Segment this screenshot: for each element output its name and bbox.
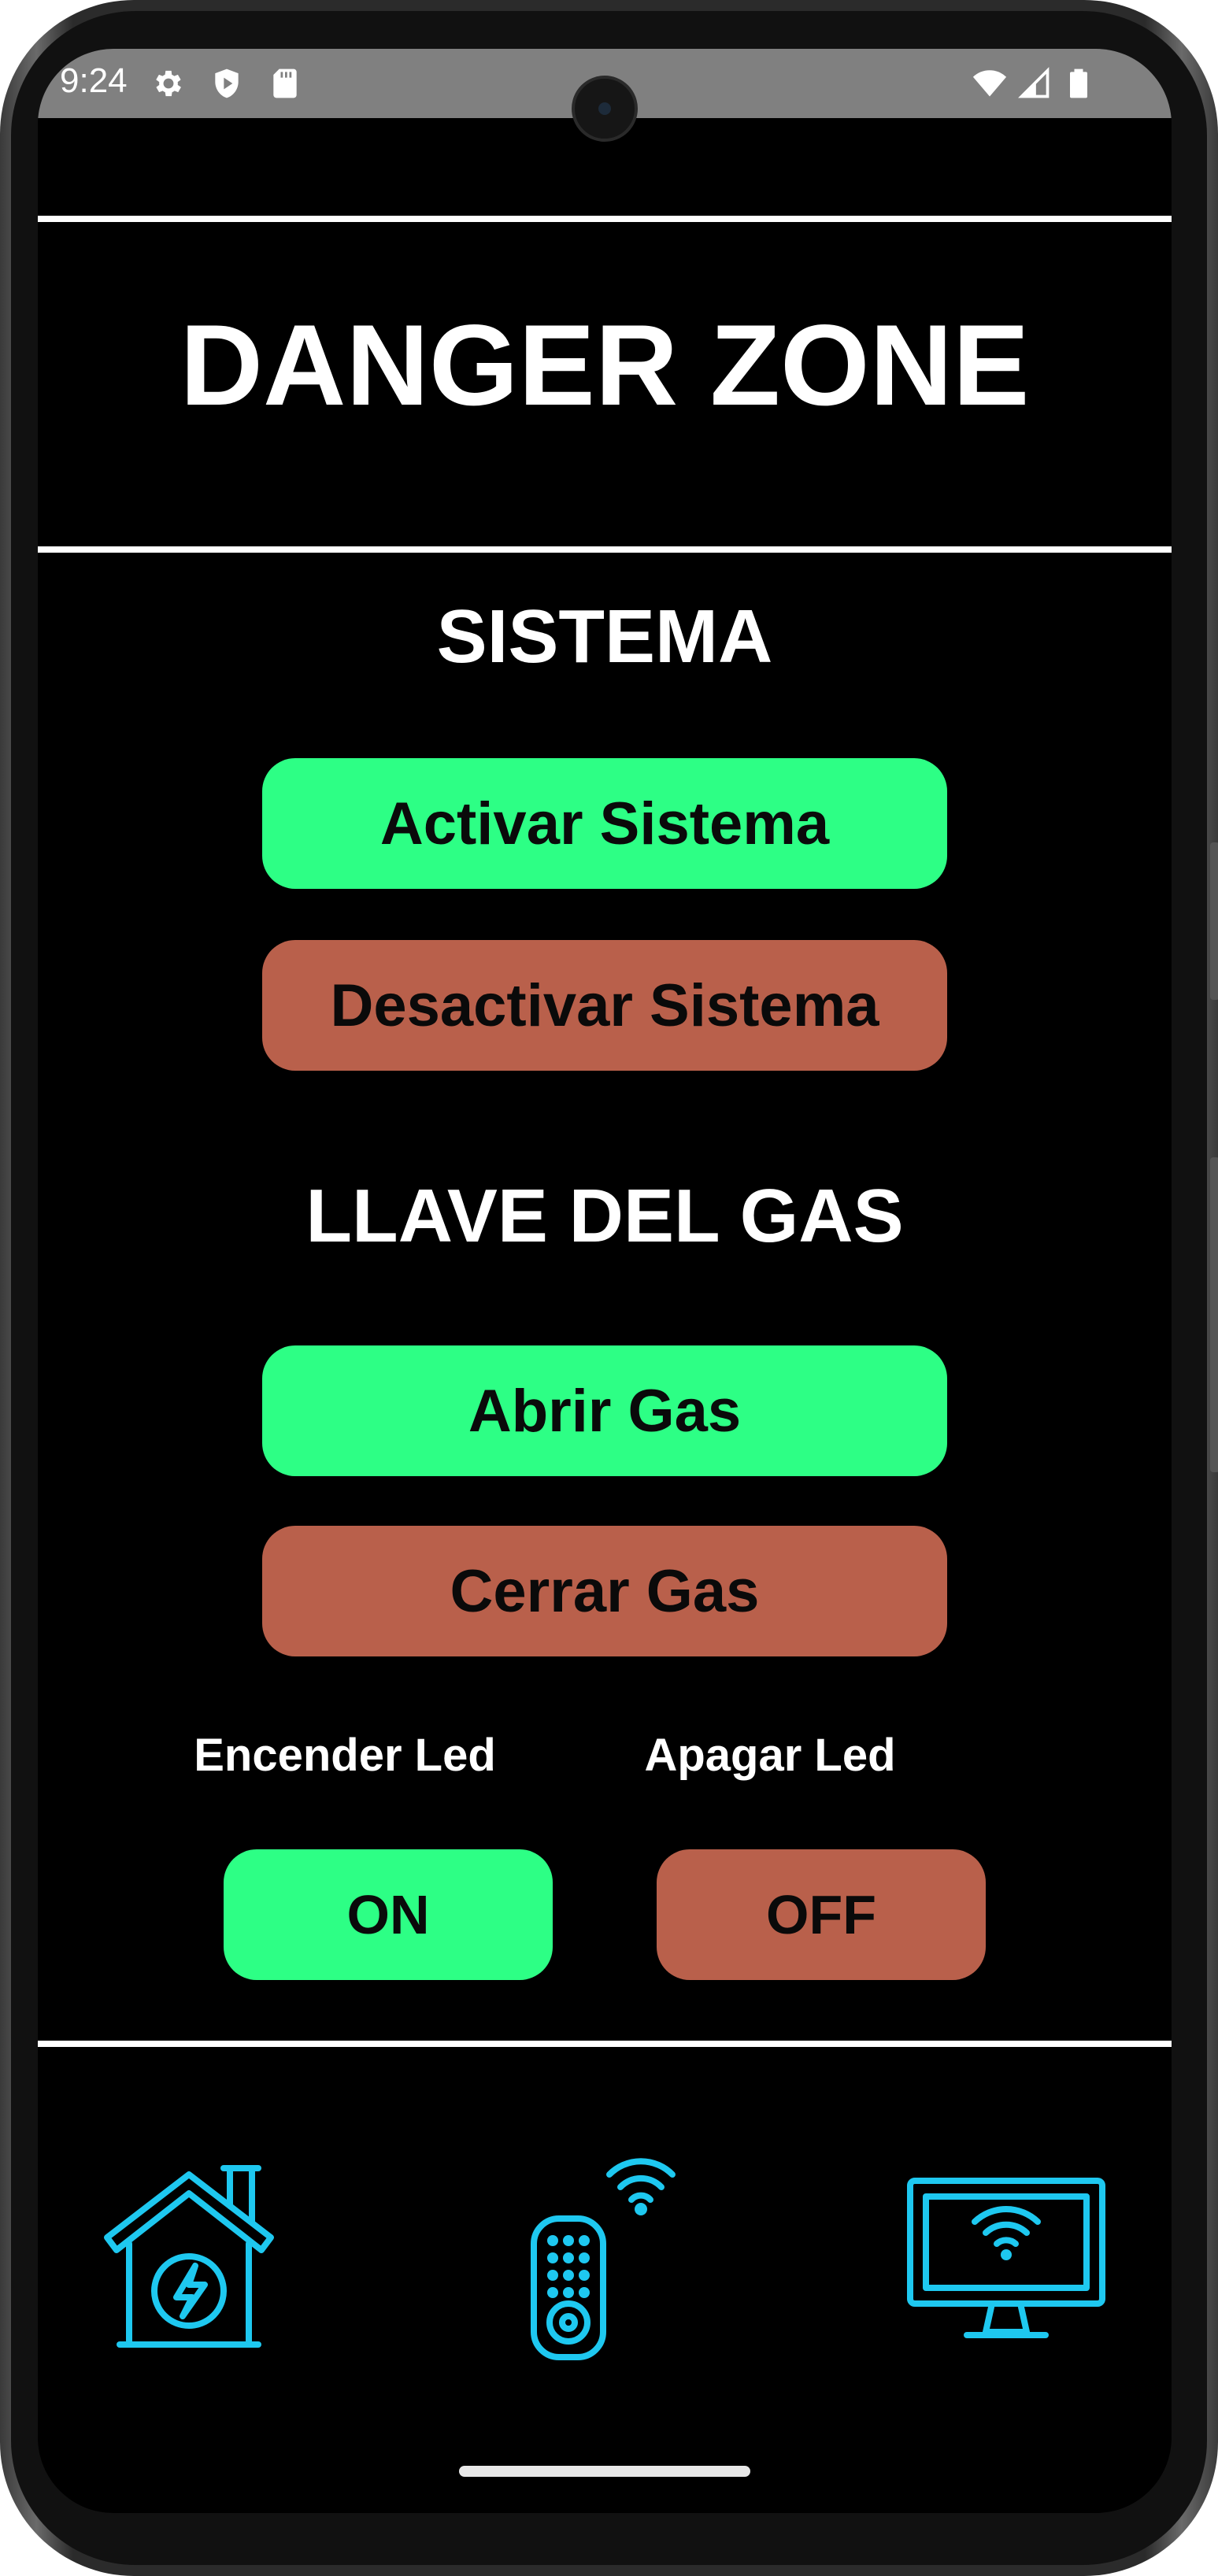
led-off-caption: Apagar Led xyxy=(644,1730,896,1781)
volume-button xyxy=(1210,842,1218,1000)
front-camera xyxy=(572,76,638,142)
open-gas-button[interactable]: Abrir Gas xyxy=(262,1345,947,1476)
home-indicator[interactable] xyxy=(459,2466,750,2477)
deactivate-system-button[interactable]: Desactivar Sistema xyxy=(262,940,947,1071)
wifi-monitor-icon[interactable] xyxy=(904,2174,1109,2348)
wifi-icon xyxy=(972,70,1007,97)
led-off-button[interactable]: OFF xyxy=(657,1849,986,1980)
led-on-button[interactable]: ON xyxy=(224,1849,553,1980)
screen: 9:24 DANGER ZONE SISTEMA Activar Sistema… xyxy=(38,49,1172,2513)
section-heading-sistema: SISTEMA xyxy=(436,594,773,679)
shield-play-icon xyxy=(215,68,239,98)
wifi-remote-control-icon[interactable] xyxy=(521,2156,679,2365)
status-time: 9:24 xyxy=(60,61,128,100)
divider-header xyxy=(38,546,1172,553)
divider-top xyxy=(38,216,1172,222)
gear-icon xyxy=(156,70,181,97)
close-gas-button[interactable]: Cerrar Gas xyxy=(262,1526,947,1656)
activate-system-button[interactable]: Activar Sistema xyxy=(262,758,947,889)
section-heading-gas: LLAVE DEL GAS xyxy=(305,1174,904,1258)
signal-icon xyxy=(1018,67,1050,98)
smart-home-energy-icon[interactable] xyxy=(101,2159,290,2363)
phone-frame: 9:24 DANGER ZONE SISTEMA Activar Sistema… xyxy=(0,0,1218,2576)
battery-icon xyxy=(1070,68,1087,98)
sd-card-icon xyxy=(273,68,297,98)
led-on-caption: Encender Led xyxy=(194,1730,496,1781)
power-button xyxy=(1210,1157,1218,1472)
page-title: DANGER ZONE xyxy=(180,301,1030,429)
divider-bottom-nav xyxy=(38,2041,1172,2047)
